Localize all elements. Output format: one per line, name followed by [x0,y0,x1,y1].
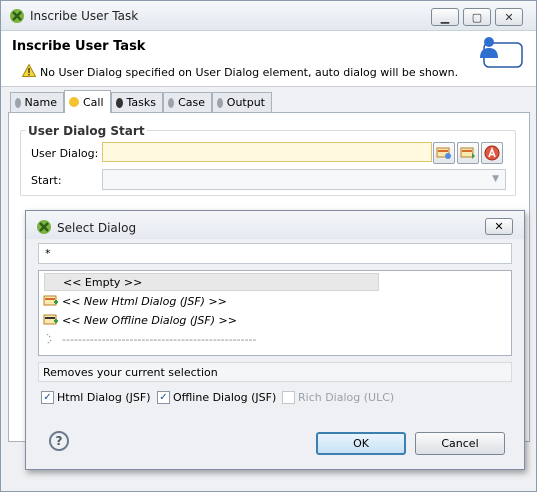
tab-output[interactable]: Output [212,92,272,112]
list-item-label: ----------------------------------------… [62,332,257,346]
ivy-app-icon [37,220,51,234]
list-item-new-html-dialog[interactable]: << New Html Dialog (JSF) >> [43,292,227,310]
rich-dialog-checkbox: Rich Dialog (ULC) [282,391,394,404]
status-dot-icon [116,97,123,108]
checkbox-label: Rich Dialog (ULC) [298,391,395,404]
list-item-label: << New Offline Dialog (JSF) >> [62,313,237,327]
ai-button[interactable] [481,142,503,164]
new-html-dialog-icon [43,295,58,306]
ok-button[interactable]: OK [316,432,406,455]
tab-label: Output [226,96,265,109]
checkbox-label: Html Dialog (JSF) [57,391,151,404]
list-item-new-offline-dialog[interactable]: << New Offline Dialog (JSF) >> [43,311,237,329]
group-title: User Dialog Start [26,124,147,138]
warning-icon [22,64,36,77]
status-dot-icon [69,97,79,107]
html-dialog-checkbox[interactable]: ✓ Html Dialog (JSF) [41,391,151,404]
list-item-empty[interactable]: << Empty >> [44,273,379,291]
start-label: Start: [31,174,62,187]
cancel-button[interactable]: Cancel [415,432,505,455]
tab-name[interactable]: Name [10,92,64,112]
checkbox-label: Offline Dialog (JSF) [173,391,277,404]
tab-case[interactable]: Case [163,92,212,112]
new-offline-dialog-icon [43,314,58,325]
help-button[interactable]: ? [49,431,69,451]
dialog-close-button[interactable]: ✕ [485,218,513,235]
minimize-button[interactable]: ▁ [431,8,459,26]
new-dialog-button[interactable] [457,142,479,164]
checkbox-checked-icon: ✓ [41,391,54,404]
window-title: Inscribe User Task [30,9,139,23]
ivy-app-icon [10,9,24,23]
checkbox-unchecked-icon [282,391,295,404]
page-title: Inscribe User Task [12,39,146,54]
tab-label: Case [178,96,205,109]
maximize-icon: ▢ [471,10,483,24]
user-task-icon [480,37,523,68]
tab-label: Tasks [126,96,156,109]
close-button[interactable]: ✕ [495,8,523,26]
browse-dialog-button[interactable] [433,142,455,164]
close-icon: ✕ [504,10,514,24]
maximize-button[interactable]: ▢ [463,8,491,26]
checkbox-checked-icon: ✓ [157,391,170,404]
browse-dialog-icon [436,147,451,159]
warning-message: No User Dialog specified on User Dialog … [40,66,459,79]
status-dot-icon [217,97,223,108]
status-dot-icon [15,97,21,108]
tab-label: Name [24,96,57,109]
list-item-loading[interactable]: ----------------------------------------… [43,330,257,348]
user-dialog-label: User Dialog: [31,147,99,160]
dialog-title: Select Dialog [57,221,137,235]
tab-tasks[interactable]: Tasks [111,92,163,112]
selection-description: Removes your current selection [38,362,512,382]
help-icon: ? [55,434,63,448]
new-dialog-icon [460,147,475,159]
close-icon: ✕ [494,220,504,233]
filter-input[interactable]: * [38,243,512,264]
user-dialog-input[interactable] [102,142,432,162]
list-item-label: << New Html Dialog (JSF) >> [62,294,227,308]
offline-dialog-checkbox[interactable]: ✓ Offline Dialog (JSF) [157,391,276,404]
start-select[interactable]: ▼ [102,169,506,190]
status-dot-icon [168,97,175,108]
chevron-down-icon: ▼ [492,174,499,184]
ai-icon [484,145,500,161]
tab-label: Call [83,95,104,109]
loading-icon [46,333,52,345]
tab-call[interactable]: Call [64,90,111,113]
list-item-label: << Empty >> [63,275,143,289]
minimize-icon: ▁ [440,10,450,24]
